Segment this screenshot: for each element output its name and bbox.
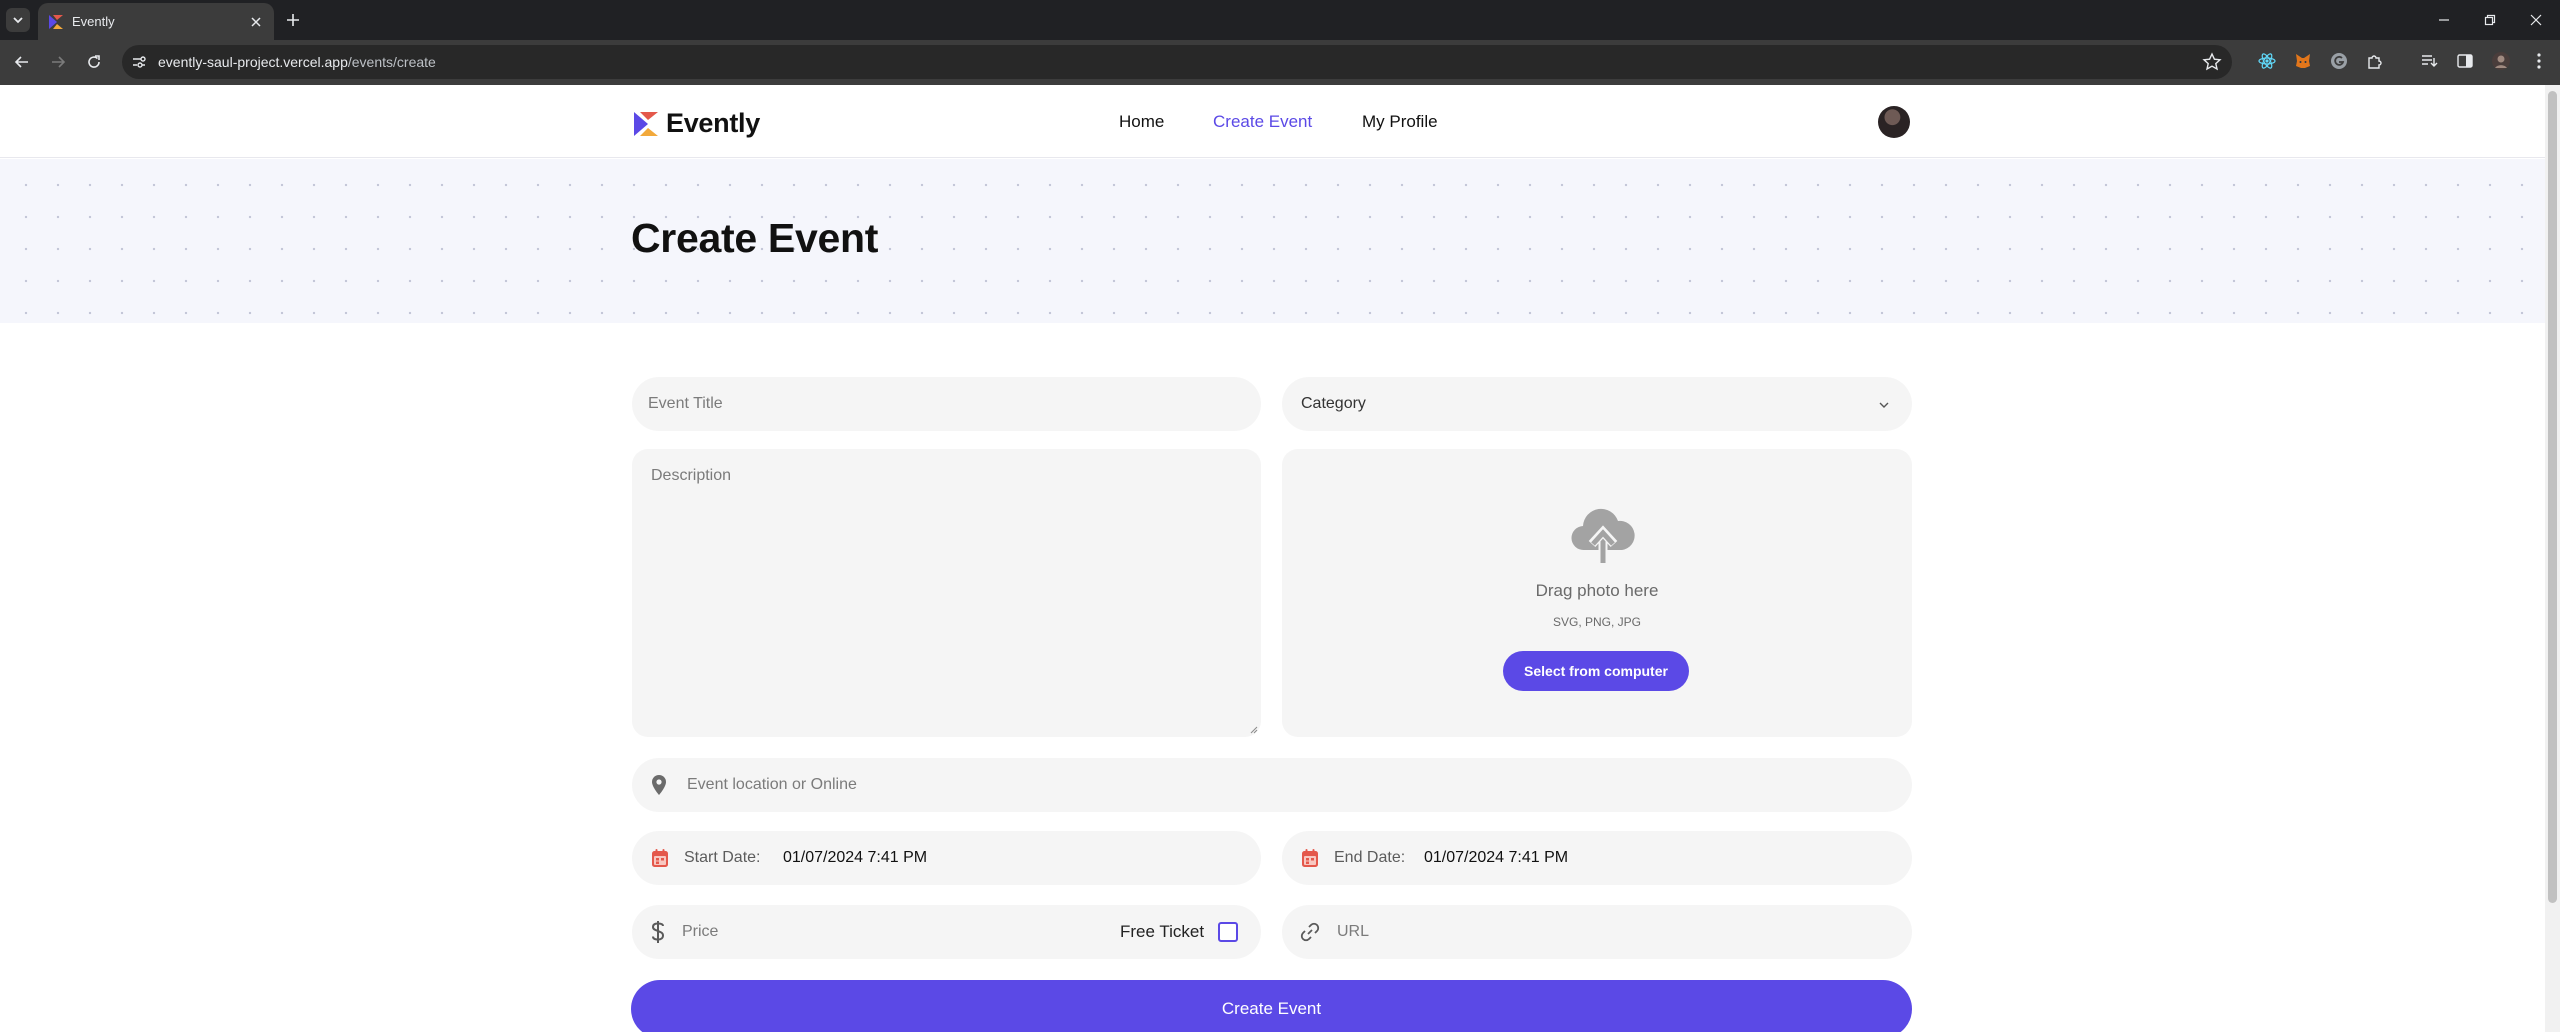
- free-ticket-checkbox[interactable]: [1218, 922, 1238, 942]
- grammarly-icon[interactable]: [2328, 50, 2350, 72]
- close-icon: [2530, 14, 2542, 26]
- extensions-puzzle-icon[interactable]: [2364, 50, 2386, 72]
- site-header: Evently Home Create Event My Profile: [0, 85, 2545, 158]
- metamask-fox-icon[interactable]: [2292, 50, 2314, 72]
- logo-text: Evently: [666, 108, 760, 138]
- location-pin-icon: [652, 775, 666, 795]
- create-event-submit-button[interactable]: Create Event: [631, 980, 1912, 1032]
- url-host: evently-saul-project.vercel.app: [158, 54, 348, 70]
- end-date-label: End Date:: [1334, 849, 1406, 866]
- cloud-upload-icon: [1571, 508, 1635, 563]
- dollar-icon: [651, 921, 665, 943]
- back-button[interactable]: [10, 50, 34, 74]
- description-textarea[interactable]: Description: [632, 449, 1261, 737]
- event-title-placeholder: Event Title: [648, 395, 723, 412]
- page-title: Create Event: [631, 215, 879, 261]
- arrow-left-icon: [14, 56, 28, 68]
- new-tab-button[interactable]: [281, 8, 305, 32]
- link-icon: [1300, 922, 1320, 942]
- price-placeholder: Price: [682, 923, 719, 940]
- photo-upload-dropzone[interactable]: Drag photo here SVG, PNG, JPG Select fro…: [1282, 449, 1912, 737]
- file-types-text: SVG, PNG, JPG: [1552, 615, 1642, 629]
- restore-window-button[interactable]: [2478, 8, 2502, 32]
- resize-handle-icon[interactable]: [1248, 724, 1258, 734]
- reload-icon: [88, 55, 100, 68]
- url-input[interactable]: URL: [1282, 905, 1912, 959]
- url-text: evently-saul-project.vercel.app/events/c…: [158, 54, 436, 70]
- url-placeholder: URL: [1337, 923, 1370, 940]
- address-bar[interactable]: evently-saul-project.vercel.app/events/c…: [122, 45, 2232, 79]
- forward-button[interactable]: [46, 50, 70, 74]
- end-date-value: 01/07/2024 7:41 PM: [1424, 849, 1569, 866]
- bookmark-star-icon[interactable]: [2202, 52, 2222, 72]
- chevron-down-icon: [1879, 402, 1889, 408]
- description-placeholder: Description: [651, 467, 732, 484]
- restore-icon: [2484, 14, 2496, 26]
- tab-title: Evently: [72, 14, 115, 29]
- minimize-window-button[interactable]: [2432, 8, 2456, 32]
- category-select[interactable]: Category: [1282, 377, 1912, 431]
- start-date-value: 01/07/2024 7:41 PM: [783, 849, 928, 866]
- location-input[interactable]: Event location or Online: [632, 758, 1912, 812]
- category-placeholder: Category: [1301, 395, 1366, 412]
- arrow-right-icon: [52, 56, 66, 68]
- close-window-button[interactable]: [2524, 8, 2548, 32]
- browser-profile-avatar[interactable]: [2490, 50, 2512, 72]
- start-date-picker[interactable]: Start Date: 01/07/2024 7:41 PM: [632, 831, 1261, 885]
- drag-photo-text: Drag photo here: [1535, 581, 1659, 600]
- nav-create-event[interactable]: Create Event: [1213, 112, 1312, 132]
- evently-logo-icon: [634, 111, 658, 136]
- site-info-icon[interactable]: [130, 53, 148, 71]
- browser-tabbar: Evently: [0, 0, 2560, 40]
- calendar-icon: [1302, 849, 1318, 867]
- side-panel-icon[interactable]: [2454, 50, 2476, 72]
- site-logo[interactable]: Evently: [632, 108, 760, 139]
- free-ticket-label: Free Ticket: [1120, 922, 1205, 941]
- browser-menu-kebab-icon[interactable]: [2528, 50, 2550, 72]
- select-from-computer-button[interactable]: Select from computer: [1503, 651, 1689, 691]
- start-date-label: Start Date:: [684, 849, 761, 866]
- chevron-down-icon: [13, 17, 23, 24]
- browser-tab-active[interactable]: Evently: [38, 3, 274, 40]
- reload-button[interactable]: [82, 50, 106, 74]
- user-avatar[interactable]: [1878, 106, 1910, 138]
- browser-toolbar: evently-saul-project.vercel.app/events/c…: [0, 40, 2560, 85]
- price-input[interactable]: Price Free Ticket: [632, 905, 1261, 959]
- calendar-icon: [652, 849, 668, 867]
- page-viewport: Evently Home Create Event My Profile Cre…: [0, 85, 2545, 1032]
- page-hero-banner: Create Event: [0, 159, 2545, 323]
- tab-close-icon[interactable]: [246, 12, 266, 32]
- event-title-input[interactable]: Event Title: [632, 377, 1261, 431]
- tab-search-button[interactable]: [6, 8, 30, 32]
- nav-home[interactable]: Home: [1119, 112, 1164, 132]
- evently-favicon-icon: [49, 15, 63, 29]
- end-date-picker[interactable]: End Date: 01/07/2024 7:41 PM: [1282, 831, 1912, 885]
- url-path: /events/create: [347, 54, 436, 70]
- location-placeholder: Event location or Online: [687, 776, 857, 793]
- page-scrollbar[interactable]: [2545, 85, 2560, 1032]
- minimize-icon: [2439, 19, 2449, 21]
- scrollbar-thumb[interactable]: [2548, 91, 2557, 903]
- plus-icon: [287, 14, 299, 26]
- reading-list-icon[interactable]: [2418, 50, 2440, 72]
- nav-my-profile[interactable]: My Profile: [1362, 112, 1438, 132]
- react-devtools-icon[interactable]: [2256, 50, 2278, 72]
